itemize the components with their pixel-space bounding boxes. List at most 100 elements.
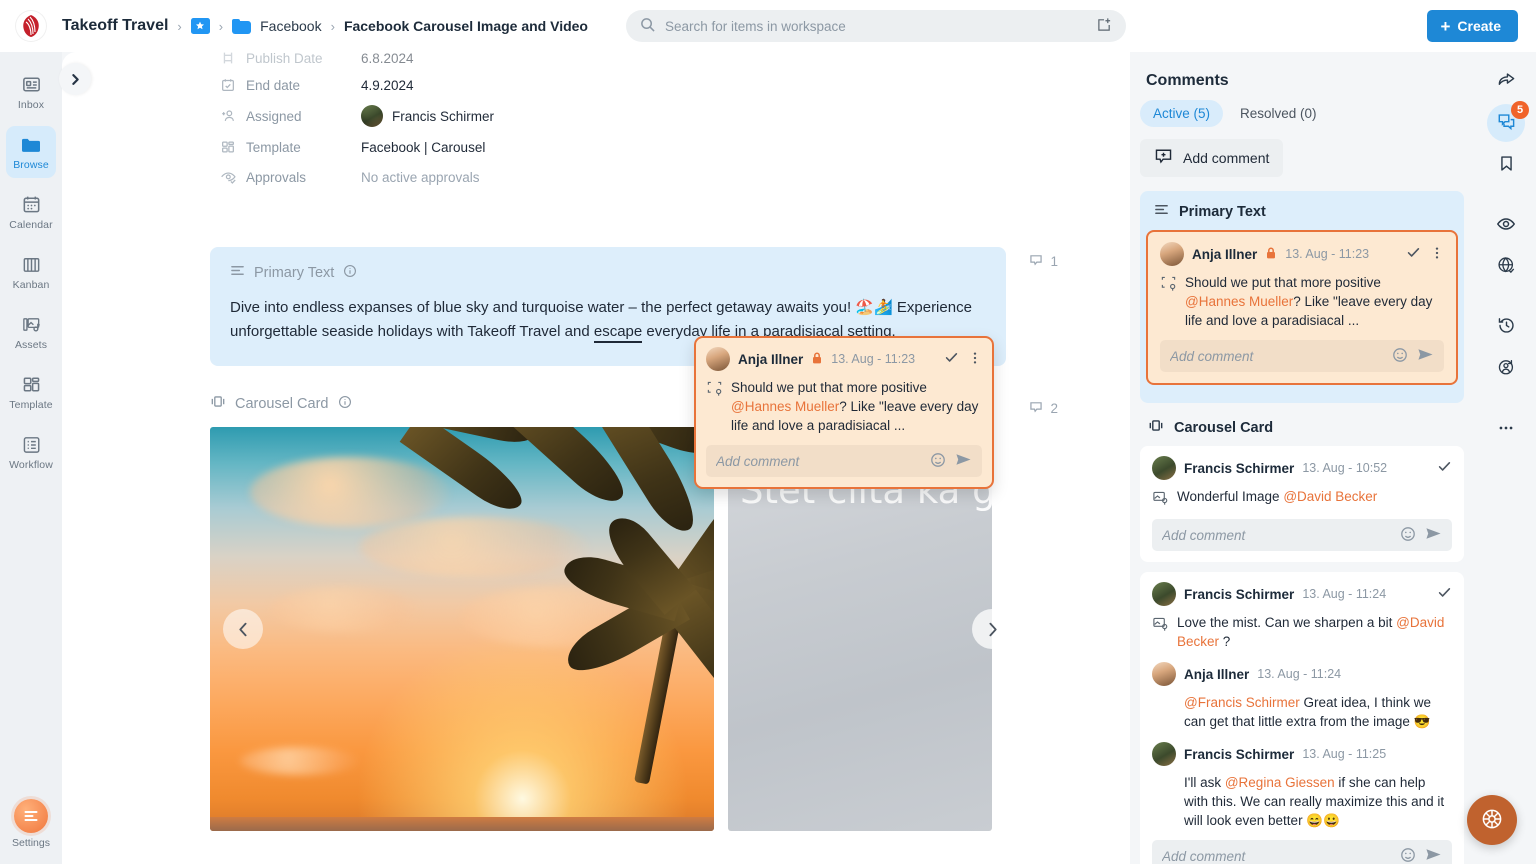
sidebar-item-assets[interactable]: Assets <box>0 302 62 362</box>
emoji-icon[interactable] <box>930 452 946 471</box>
comment-input[interactable] <box>1162 527 1391 543</box>
comment-mention[interactable]: @Regina Giessen <box>1225 775 1335 790</box>
sidebar-expand-button[interactable] <box>59 63 91 95</box>
add-comment-field[interactable] <box>1152 840 1452 864</box>
add-comment-field[interactable] <box>1160 340 1444 372</box>
add-comment-field[interactable] <box>1152 519 1452 551</box>
history-icon <box>1497 316 1516 338</box>
send-icon[interactable] <box>955 451 972 471</box>
new-item-icon[interactable] <box>1097 17 1112 35</box>
carousel-next-button[interactable] <box>972 609 1012 649</box>
emoji-icon[interactable] <box>1400 847 1416 864</box>
floating-comment-popup[interactable]: Anja Illner 13. Aug - 11:23 Should we pu… <box>694 336 994 489</box>
primary-text-title: Primary Text <box>254 264 335 281</box>
comment-author: Francis Schirmer <box>1184 460 1295 476</box>
user-rotate-icon <box>1497 358 1516 380</box>
star-folder-icon[interactable] <box>190 18 210 34</box>
assistant-fab-button[interactable] <box>1467 795 1517 845</box>
workspace-search[interactable] <box>626 10 1126 42</box>
search-input[interactable] <box>665 18 1087 34</box>
metadata-value-assigned[interactable]: Francis Schirmer <box>361 105 494 127</box>
send-icon[interactable] <box>1417 346 1434 366</box>
comment-body: Love the mist. Can we sharpen a bit @Dav… <box>1152 613 1452 651</box>
sidebar-item-inbox[interactable]: Inbox <box>0 62 62 122</box>
comments-panel: Comments Active (5) Resolved (0) Add com… <box>1130 52 1476 864</box>
breadcrumb-folder-label[interactable]: Facebook <box>260 18 321 34</box>
sidebar-item-browse[interactable]: Browse <box>0 122 62 182</box>
metadata-value-end-date[interactable]: 4.9.2024 <box>361 78 414 93</box>
emoji-icon[interactable] <box>1392 347 1408 366</box>
comment-mention[interactable]: @Hannes Mueller <box>1185 294 1293 309</box>
metadata-label-approvals: Approvals <box>246 169 307 185</box>
comment-card-carousel-2[interactable]: Francis Schirmer 13. Aug - 11:24 Love th… <box>1140 572 1464 864</box>
sidebar-item-workflow[interactable]: Workflow <box>0 422 62 482</box>
info-icon[interactable] <box>343 264 357 282</box>
text-pin-icon <box>1160 275 1177 330</box>
popup-add-comment-field[interactable] <box>706 445 982 477</box>
carousel-slide-1[interactable] <box>210 427 714 831</box>
primary-text-comment-count[interactable]: 1 <box>1029 253 1058 270</box>
more-options-icon[interactable] <box>1430 246 1444 263</box>
send-icon[interactable] <box>1425 846 1442 864</box>
comment-text-before: I'll ask <box>1184 775 1225 790</box>
comment-group-carousel-card-header: Carousel Card <box>1140 409 1464 446</box>
lock-icon <box>1265 246 1277 263</box>
metadata-value-approvals[interactable]: No active approvals <box>361 170 480 185</box>
resolve-check-icon[interactable] <box>1406 245 1421 263</box>
tab-active-comments[interactable]: Active (5) <box>1140 100 1224 127</box>
sidebar-item-settings[interactable]: Settings <box>0 794 62 864</box>
metadata-value-publish-date[interactable]: 6.8.2024 <box>361 52 414 66</box>
comment-mention[interactable]: @Francis Schirmer <box>1184 695 1300 710</box>
carousel-card-title: Carousel Card <box>235 395 329 412</box>
kanban-icon <box>21 254 42 276</box>
comment-text: I'll ask @Regina Giessen if she can help… <box>1184 773 1452 830</box>
send-icon[interactable] <box>1425 525 1442 545</box>
comment-time: 13. Aug - 11:24 <box>1302 587 1387 601</box>
right-toolbar: 5 <box>1476 52 1536 864</box>
comment-card-primary-text[interactable]: Anja Illner 13. Aug - 11:23 Should we pu… <box>1146 230 1458 385</box>
sidebar-item-calendar[interactable]: Calendar <box>0 182 62 242</box>
create-button[interactable]: + Create <box>1427 10 1518 42</box>
bookmark-button[interactable] <box>1487 146 1525 184</box>
emoji-icon[interactable] <box>1400 526 1416 545</box>
comment-card-carousel-1[interactable]: Francis Schirmer 13. Aug - 10:52 Wonderf… <box>1140 446 1464 562</box>
sidebar-item-workflow-label: Workflow <box>9 458 53 471</box>
tab-resolved-comments[interactable]: Resolved (0) <box>1227 100 1330 127</box>
comment-bubble-icon <box>1029 400 1043 417</box>
image-pin-icon <box>1152 615 1169 651</box>
popup-comment-mention[interactable]: @Hannes Mueller <box>731 399 839 414</box>
history-button[interactable] <box>1487 308 1525 346</box>
assignee-button[interactable] <box>1487 350 1525 388</box>
globe-check-icon <box>1497 256 1516 278</box>
app-logo[interactable] <box>0 11 62 41</box>
folder-icon <box>232 18 252 34</box>
workspace-title[interactable]: Takeoff Travel <box>62 17 168 35</box>
comment-input[interactable] <box>1162 848 1391 864</box>
carousel-prev-button[interactable] <box>223 609 263 649</box>
metadata-value-template[interactable]: Facebook | Carousel <box>361 140 485 155</box>
add-person-icon <box>220 108 246 124</box>
resolve-check-icon[interactable] <box>944 350 959 368</box>
comments-panel-title: Comments <box>1146 72 1229 89</box>
add-comment-button[interactable]: Add comment <box>1140 139 1284 177</box>
carousel-comment-count[interactable]: 2 <box>1029 400 1058 417</box>
comment-input[interactable] <box>1170 348 1383 364</box>
comment-mention[interactable]: @David Becker <box>1283 489 1377 504</box>
preview-button[interactable] <box>1487 206 1525 244</box>
more-options-icon[interactable] <box>968 351 982 368</box>
comment-group-primary-text-title: Primary Text <box>1179 203 1266 220</box>
more-options-button[interactable] <box>1487 410 1525 448</box>
sidebar-item-kanban[interactable]: Kanban <box>0 242 62 302</box>
comment-author: Anja Illner <box>1184 666 1250 682</box>
publish-status-button[interactable] <box>1487 248 1525 286</box>
metadata-row-approvals: Approvals No active approvals <box>220 162 1130 192</box>
sidebar-item-template[interactable]: Template <box>0 362 62 422</box>
resolve-check-icon[interactable] <box>1437 585 1452 603</box>
resolve-check-icon[interactable] <box>1437 459 1452 477</box>
info-icon[interactable] <box>338 395 352 413</box>
comments-button[interactable]: 5 <box>1487 101 1529 142</box>
popup-comment-input[interactable] <box>716 453 921 469</box>
share-button[interactable] <box>1487 62 1525 100</box>
workflow-icon <box>21 434 42 456</box>
popup-comment-header: Anja Illner 13. Aug - 11:23 <box>706 347 982 371</box>
